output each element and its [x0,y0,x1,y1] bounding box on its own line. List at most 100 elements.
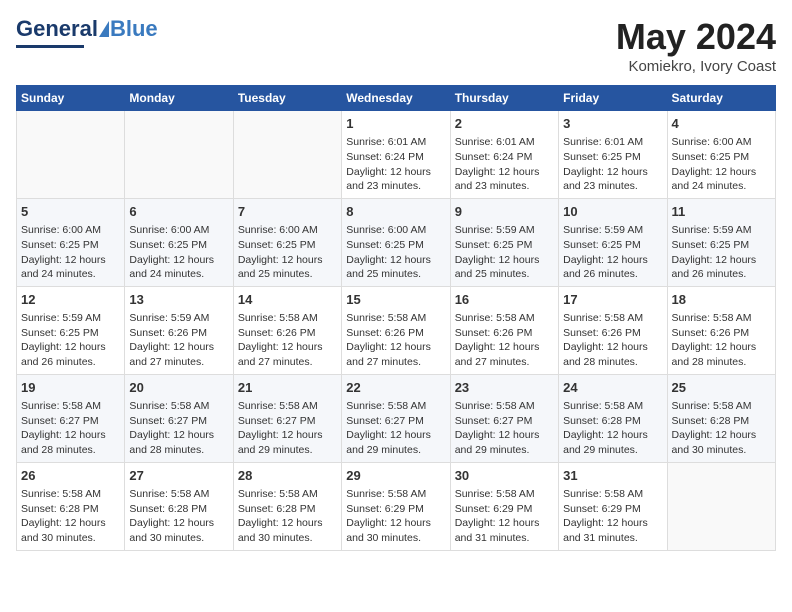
calendar-cell: 3Sunrise: 6:01 AMSunset: 6:25 PMDaylight… [559,111,667,199]
day-number: 21 [238,379,337,397]
sunset-text: Sunset: 6:25 PM [238,238,337,253]
sunrise-text: Sunrise: 6:00 AM [672,135,771,150]
day-number: 6 [129,203,228,221]
sunset-text: Sunset: 6:25 PM [563,150,662,165]
day-number: 27 [129,467,228,485]
sunrise-text: Sunrise: 6:01 AM [563,135,662,150]
sunrise-text: Sunrise: 6:01 AM [455,135,554,150]
day-number: 24 [563,379,662,397]
daylight-text: Daylight: 12 hours and 30 minutes. [21,516,120,545]
daylight-text: Daylight: 12 hours and 26 minutes. [672,253,771,282]
col-wednesday: Wednesday [342,86,450,111]
day-number: 28 [238,467,337,485]
daylight-text: Daylight: 12 hours and 27 minutes. [129,340,228,369]
daylight-text: Daylight: 12 hours and 28 minutes. [21,428,120,457]
sunrise-text: Sunrise: 5:58 AM [238,399,337,414]
calendar-cell: 4Sunrise: 6:00 AMSunset: 6:25 PMDaylight… [667,111,775,199]
sunset-text: Sunset: 6:25 PM [21,326,120,341]
calendar-cell: 11Sunrise: 5:59 AMSunset: 6:25 PMDayligh… [667,198,775,286]
day-number: 22 [346,379,445,397]
day-number: 20 [129,379,228,397]
day-number: 30 [455,467,554,485]
sunrise-text: Sunrise: 5:59 AM [21,311,120,326]
sunset-text: Sunset: 6:26 PM [346,326,445,341]
daylight-text: Daylight: 12 hours and 23 minutes. [455,165,554,194]
sunset-text: Sunset: 6:25 PM [346,238,445,253]
sunrise-text: Sunrise: 5:58 AM [346,399,445,414]
day-number: 15 [346,291,445,309]
sunrise-text: Sunrise: 5:58 AM [129,487,228,502]
calendar-cell: 6Sunrise: 6:00 AMSunset: 6:25 PMDaylight… [125,198,233,286]
sunset-text: Sunset: 6:27 PM [455,414,554,429]
day-number: 18 [672,291,771,309]
day-number: 31 [563,467,662,485]
sunrise-text: Sunrise: 5:58 AM [563,487,662,502]
day-number: 14 [238,291,337,309]
calendar-cell: 23Sunrise: 5:58 AMSunset: 6:27 PMDayligh… [450,374,558,462]
daylight-text: Daylight: 12 hours and 27 minutes. [346,340,445,369]
sunrise-text: Sunrise: 5:58 AM [672,311,771,326]
day-number: 29 [346,467,445,485]
col-thursday: Thursday [450,86,558,111]
calendar-cell: 25Sunrise: 5:58 AMSunset: 6:28 PMDayligh… [667,374,775,462]
day-number: 7 [238,203,337,221]
sunrise-text: Sunrise: 6:00 AM [129,223,228,238]
calendar-cell: 9Sunrise: 5:59 AMSunset: 6:25 PMDaylight… [450,198,558,286]
calendar-cell [17,111,125,199]
sunrise-text: Sunrise: 6:00 AM [21,223,120,238]
sunset-text: Sunset: 6:27 PM [238,414,337,429]
sunrise-text: Sunrise: 5:58 AM [455,399,554,414]
logo-blue: Blue [110,16,158,42]
col-saturday: Saturday [667,86,775,111]
sunset-text: Sunset: 6:26 PM [129,326,228,341]
sunset-text: Sunset: 6:29 PM [455,502,554,517]
sunset-text: Sunset: 6:27 PM [129,414,228,429]
day-number: 16 [455,291,554,309]
day-number: 2 [455,115,554,133]
daylight-text: Daylight: 12 hours and 27 minutes. [238,340,337,369]
daylight-text: Daylight: 12 hours and 26 minutes. [21,340,120,369]
calendar-cell: 5Sunrise: 6:00 AMSunset: 6:25 PMDaylight… [17,198,125,286]
sunset-text: Sunset: 6:25 PM [672,238,771,253]
day-number: 1 [346,115,445,133]
title-block: May 2024 Komiekro, Ivory Coast [616,16,776,75]
calendar-cell: 21 Sunrise: 5:58 AMSunset: 6:27 PMDayligh… [233,374,341,462]
sunset-text: Sunset: 6:25 PM [129,238,228,253]
day-number: 8 [346,203,445,221]
daylight-text: Daylight: 12 hours and 25 minutes. [346,253,445,282]
day-number: 26 [21,467,120,485]
calendar-week-row: 5Sunrise: 6:00 AMSunset: 6:25 PMDaylight… [17,198,776,286]
sunrise-text: Sunrise: 5:58 AM [346,487,445,502]
daylight-text: Daylight: 12 hours and 29 minutes. [238,428,337,457]
calendar-cell: 31Sunrise: 5:58 AMSunset: 6:29 PMDayligh… [559,462,667,550]
calendar-cell: 2Sunrise: 6:01 AMSunset: 6:24 PMDaylight… [450,111,558,199]
calendar-cell: 7Sunrise: 6:00 AMSunset: 6:25 PMDaylight… [233,198,341,286]
sunrise-text: Sunrise: 5:59 AM [563,223,662,238]
calendar-cell: 1Sunrise: 6:01 AMSunset: 6:24 PMDaylight… [342,111,450,199]
daylight-text: Daylight: 12 hours and 27 minutes. [455,340,554,369]
sunset-text: Sunset: 6:26 PM [563,326,662,341]
sunset-text: Sunset: 6:28 PM [21,502,120,517]
sunset-text: Sunset: 6:28 PM [672,414,771,429]
daylight-text: Daylight: 12 hours and 24 minutes. [21,253,120,282]
day-number: 11 [672,203,771,221]
sunset-text: Sunset: 6:26 PM [238,326,337,341]
calendar-cell: 22Sunrise: 5:58 AMSunset: 6:27 PMDayligh… [342,374,450,462]
logo: General Blue [16,16,158,48]
daylight-text: Daylight: 12 hours and 25 minutes. [238,253,337,282]
calendar-table: Sunday Monday Tuesday Wednesday Thursday… [16,85,776,551]
sunset-text: Sunset: 6:27 PM [346,414,445,429]
sunset-text: Sunset: 6:24 PM [346,150,445,165]
daylight-text: Daylight: 12 hours and 31 minutes. [455,516,554,545]
sunrise-text: Sunrise: 5:58 AM [129,399,228,414]
day-number: 17 [563,291,662,309]
daylight-text: Daylight: 12 hours and 23 minutes. [563,165,662,194]
calendar-cell: 17Sunrise: 5:58 AMSunset: 6:26 PMDayligh… [559,286,667,374]
sunset-text: Sunset: 6:25 PM [563,238,662,253]
sunrise-text: Sunrise: 5:58 AM [455,487,554,502]
calendar-header-row: Sunday Monday Tuesday Wednesday Thursday… [17,86,776,111]
sunset-text: Sunset: 6:29 PM [346,502,445,517]
calendar-cell: 18Sunrise: 5:58 AMSunset: 6:26 PMDayligh… [667,286,775,374]
calendar-cell: 12Sunrise: 5:59 AMSunset: 6:25 PMDayligh… [17,286,125,374]
daylight-text: Daylight: 12 hours and 28 minutes. [129,428,228,457]
